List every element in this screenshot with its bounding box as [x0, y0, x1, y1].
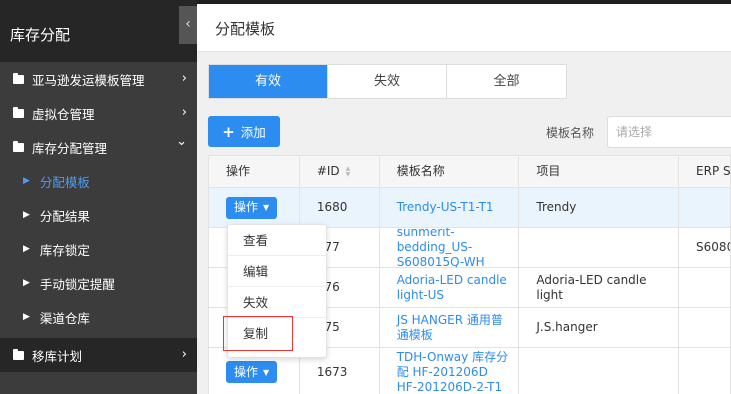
menu-label: 亚马逊发运模板管理: [32, 72, 145, 88]
submenu-label: 分配模板: [39, 174, 90, 190]
sort-icon[interactable]: ▲ ▼: [346, 165, 351, 178]
submenu-label: 手动锁定提醒: [39, 276, 115, 292]
menu-inventory-allocation[interactable]: 库存分配管理 ⌄: [0, 130, 197, 164]
name-link[interactable]: sunmerit-bedding_US-S608015Q-WH: [380, 228, 520, 267]
table-row: 操作 ▼ 1680 Trendy-US-T1-T1 Trendy: [209, 188, 731, 228]
project-cell: J.S.hanger: [519, 308, 680, 347]
menu-item-invalidate[interactable]: 失效: [228, 287, 326, 318]
folder-icon: [13, 106, 24, 118]
caret-down-icon: ▼: [263, 367, 270, 377]
op-label: 操作: [234, 364, 259, 379]
erp-cell: S6080: [679, 228, 731, 267]
project-cell: Trendy: [519, 188, 680, 227]
triangle-right-icon: ▶: [23, 312, 30, 322]
header-erp: ERP S: [679, 156, 731, 187]
menu-label: 移库计划: [32, 348, 83, 364]
plus-icon: +: [222, 122, 235, 141]
submenu-allocation-template[interactable]: ▶ 分配模板: [0, 164, 197, 198]
menu-amazon-template[interactable]: 亚马逊发运模板管理 ›: [0, 62, 197, 96]
erp-cell: [679, 308, 731, 347]
chevron-right-icon: ›: [181, 105, 187, 120]
menu-label: 库存分配管理: [32, 140, 108, 156]
filter-label: 模板名称: [546, 126, 595, 140]
collapse-sidebar-icon[interactable]: ‹: [179, 6, 197, 44]
name-link[interactable]: TDH-Onway 库存分配 HF-201206D HF-201206D-2-T…: [380, 348, 520, 394]
name-link[interactable]: JS HANGER 通用普通模板: [380, 308, 520, 347]
menu-item-copy[interactable]: 复制: [228, 318, 326, 349]
page-header: 分配模板: [197, 4, 731, 52]
submenu-inventory-lock[interactable]: ▶ 库存锁定: [0, 232, 197, 266]
header-project: 项目: [519, 156, 680, 187]
template-name-select[interactable]: 请选择: [607, 116, 731, 148]
sidebar-bottom: 移库计划 ›: [0, 338, 197, 372]
op-cell: 操作 ▼: [209, 188, 300, 227]
header-id-label: #ID: [316, 164, 340, 178]
header-name: 模板名称: [380, 156, 520, 187]
add-button[interactable]: + 添加: [208, 116, 280, 147]
menu-label: 虚拟仓管理: [32, 106, 95, 122]
menu-item-edit[interactable]: 编辑: [228, 256, 326, 287]
caret-down-icon: ▼: [263, 203, 270, 212]
sidebar-title: 库存分配: [10, 26, 71, 44]
sidebar: 库存分配 ‹ 亚马逊发运模板管理 › 虚拟仓管理 › 库存分配管理 ⌄ ▶ 分配…: [0, 0, 197, 394]
erp-cell: [679, 268, 731, 307]
sidebar-header: 库存分配 ‹: [0, 0, 197, 62]
menu-transfer-plan[interactable]: 移库计划 ›: [0, 338, 197, 372]
tab-active[interactable]: 有效: [209, 65, 328, 98]
chevron-right-icon: ›: [181, 71, 187, 86]
submenu-label: 库存锁定: [39, 242, 90, 258]
header-op: 操作: [209, 156, 300, 187]
triangle-right-icon: ▶: [23, 210, 30, 220]
project-cell: Adoria-LED candle light: [519, 268, 680, 307]
id-cell: 1680: [300, 188, 380, 227]
page-title: 分配模板: [215, 20, 276, 38]
submenu-label: 渠道仓库: [39, 310, 90, 326]
submenu-manual-lock-reminder[interactable]: ▶ 手动锁定提醒: [0, 266, 197, 300]
submenu-label: 分配结果: [39, 208, 90, 224]
chevron-down-icon: ⌄: [176, 134, 187, 149]
folder-icon: [13, 140, 24, 152]
tab-all[interactable]: 全部: [447, 65, 566, 98]
erp-cell: [679, 348, 731, 394]
tab-invalid[interactable]: 失效: [328, 65, 447, 98]
status-tabs: 有效 失效 全部: [208, 64, 567, 99]
menu-virtual-warehouse[interactable]: 虚拟仓管理 ›: [0, 96, 197, 130]
erp-cell: [679, 188, 731, 227]
submenu-channel-warehouse[interactable]: ▶ 渠道仓库: [0, 300, 197, 334]
folder-icon: [13, 72, 24, 84]
triangle-right-icon: ▶: [23, 176, 30, 186]
header-id[interactable]: #ID ▲ ▼: [300, 156, 380, 187]
add-button-label: 添加: [240, 125, 266, 140]
triangle-right-icon: ▶: [23, 244, 30, 254]
op-dropdown-button[interactable]: 操作 ▼: [226, 361, 278, 383]
op-dropdown-button[interactable]: 操作 ▼: [226, 196, 278, 219]
op-dropdown-menu: 查看 编辑 失效 复制: [227, 224, 327, 358]
name-link[interactable]: Adoria-LED candle light-US: [380, 268, 520, 307]
submenu-allocation-result[interactable]: ▶ 分配结果: [0, 198, 197, 232]
triangle-right-icon: ▶: [23, 278, 30, 288]
folder-icon: [13, 348, 24, 360]
project-cell: [519, 228, 680, 267]
name-link[interactable]: Trendy-US-T1-T1: [380, 188, 520, 227]
menu-item-view[interactable]: 查看: [228, 225, 326, 256]
chevron-right-icon: ›: [181, 347, 187, 362]
table-header-row: 操作 #ID ▲ ▼ 模板名称 项目 ERP S: [209, 156, 731, 188]
op-label: 操作: [234, 200, 259, 214]
project-cell: [519, 348, 680, 394]
